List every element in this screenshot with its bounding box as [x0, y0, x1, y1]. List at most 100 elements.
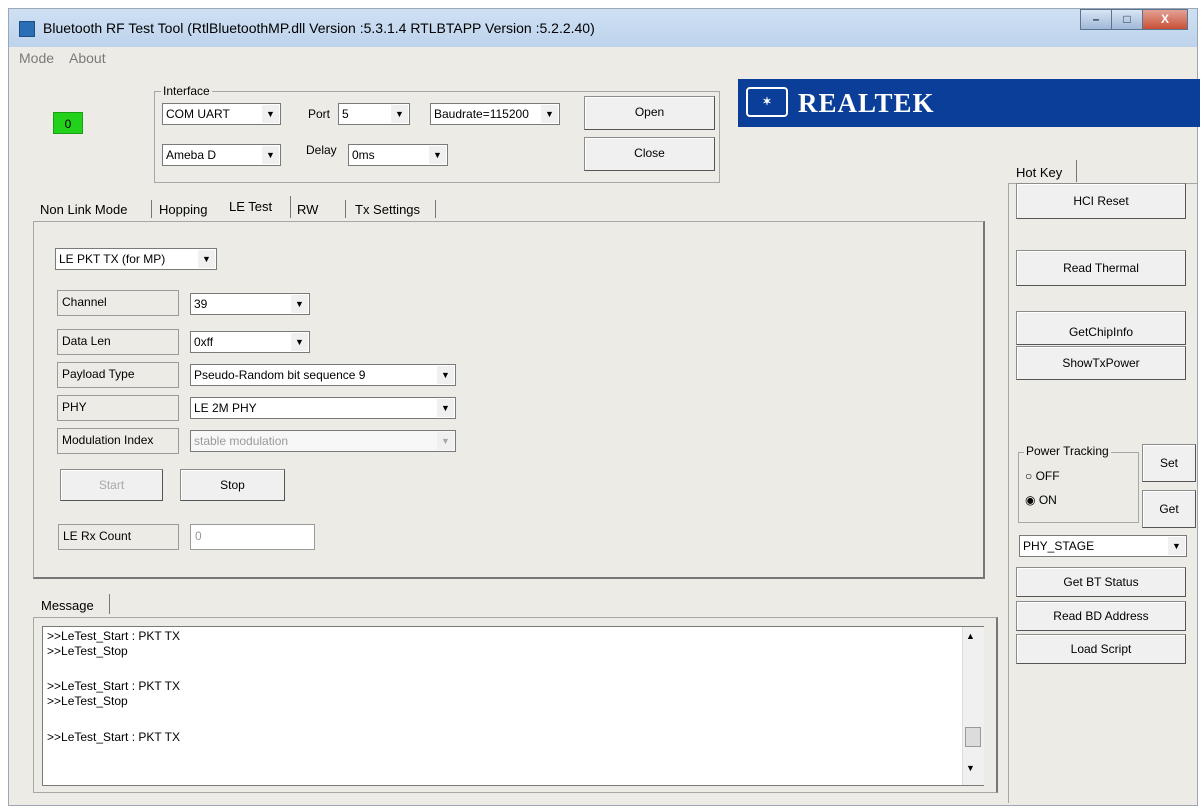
chevron-down-icon: ▼ — [291, 333, 308, 351]
main-tabs: Non Link Mode Hopping LE Test RW Tx Sett… — [33, 191, 463, 221]
payload-type-value: Pseudo-Random bit sequence 9 — [194, 368, 366, 382]
log-line: >>LeTest_Start : PKT TX — [47, 730, 180, 744]
stage-value: PHY_STAGE — [1023, 539, 1095, 553]
data-len-label: Data Len — [57, 329, 179, 355]
hci-reset-button[interactable]: HCI Reset — [1016, 183, 1186, 219]
power-off-radio[interactable]: ○ OFF — [1025, 469, 1060, 483]
data-len-select[interactable]: 0xff ▼ — [190, 331, 310, 353]
read-thermal-button[interactable]: Read Thermal — [1016, 250, 1186, 286]
scroll-up-icon[interactable]: ▲ — [966, 631, 975, 641]
tab-hopping[interactable]: Hopping — [159, 202, 207, 217]
delay-value: 0ms — [352, 148, 375, 162]
set-button[interactable]: Set — [1142, 444, 1196, 482]
chevron-down-icon: ▼ — [198, 250, 215, 268]
window-controls: – □ X — [1080, 9, 1188, 31]
power-tracking-label: Power Tracking — [1024, 444, 1111, 458]
chevron-down-icon: ▼ — [429, 146, 446, 164]
channel-label: Channel — [57, 290, 179, 316]
payload-type-label: Payload Type — [57, 362, 179, 388]
tab-tx-settings[interactable]: Tx Settings — [355, 202, 420, 217]
channel-select[interactable]: 39 ▼ — [190, 293, 310, 315]
realtek-logo-text: REALTEK — [798, 88, 935, 118]
log-line: >>LeTest_Start : PKT TX — [47, 679, 180, 693]
tab-message[interactable]: Message — [41, 598, 94, 613]
modulation-index-label: Modulation Index — [57, 428, 179, 454]
chevron-down-icon: ▼ — [541, 105, 558, 123]
close-window-button[interactable]: X — [1142, 9, 1188, 30]
menu-about[interactable]: About — [69, 50, 106, 66]
connection-type-value: COM UART — [166, 107, 230, 121]
channel-value: 39 — [194, 297, 208, 311]
modulation-index-select: stable modulation ▼ — [190, 430, 456, 452]
power-on-radio[interactable]: ◉ ON — [1025, 493, 1057, 507]
log-line: >>LeTest_Start : PKT TX — [47, 629, 180, 643]
phy-label: PHY — [57, 395, 179, 421]
log-line: >>LeTest_Stop — [47, 694, 128, 708]
tab-separator — [109, 594, 110, 614]
message-panel: >>LeTest_Start : PKT TX >>LeTest_Stop >>… — [33, 617, 998, 793]
phy-value: LE 2M PHY — [194, 401, 257, 415]
log-line: >>LeTest_Stop — [47, 644, 128, 658]
interface-group-label: Interface — [161, 84, 212, 98]
stop-button[interactable]: Stop — [180, 469, 285, 501]
le-rx-count-label: LE Rx Count — [58, 524, 179, 550]
app-window: Bluetooth RF Test Tool (RtlBluetoothMP.d… — [8, 8, 1200, 806]
minimize-button[interactable]: – — [1080, 9, 1112, 30]
phy-select[interactable]: LE 2M PHY ▼ — [190, 397, 456, 419]
log-scrollbar[interactable]: ▲ ▼ — [962, 627, 984, 785]
get-button[interactable]: Get — [1142, 490, 1196, 528]
get-chip-info-button[interactable]: GetChipInfo — [1016, 311, 1186, 345]
realtek-crab-icon: ✶ — [746, 87, 788, 117]
stage-select[interactable]: PHY_STAGE ▼ — [1019, 535, 1187, 557]
data-len-value: 0xff — [194, 335, 214, 349]
chevron-down-icon: ▼ — [262, 146, 279, 164]
radio-unchecked-icon: ○ — [1025, 469, 1033, 483]
payload-type-select[interactable]: Pseudo-Random bit sequence 9 ▼ — [190, 364, 456, 386]
title-bar: Bluetooth RF Test Tool (RtlBluetoothMP.d… — [9, 9, 1197, 47]
start-button: Start — [60, 469, 163, 501]
open-button[interactable]: Open — [584, 96, 715, 130]
tab-le-test[interactable]: LE Test — [229, 199, 272, 214]
show-tx-power-button[interactable]: ShowTxPower — [1016, 346, 1186, 380]
chevron-down-icon: ▼ — [437, 432, 454, 450]
tab-rw[interactable]: RW — [297, 202, 318, 217]
chevron-down-icon: ▼ — [437, 399, 454, 417]
maximize-button[interactable]: □ — [1111, 9, 1143, 30]
baudrate-select[interactable]: Baudrate=115200 ▼ — [430, 103, 560, 125]
power-on-label: ON — [1038, 493, 1057, 507]
port-label: Port — [308, 107, 331, 121]
window-title: Bluetooth RF Test Tool (RtlBluetoothMP.d… — [43, 20, 595, 36]
load-script-button[interactable]: Load Script — [1016, 634, 1186, 664]
app-icon — [19, 21, 35, 37]
tab-separator — [435, 200, 436, 218]
menu-mode[interactable]: Mode — [19, 50, 54, 66]
device-select[interactable]: Ameba D ▼ — [162, 144, 281, 166]
get-bt-status-button[interactable]: Get BT Status — [1016, 567, 1186, 597]
le-mode-select[interactable]: LE PKT TX (for MP) ▼ — [55, 248, 217, 270]
connection-type-select[interactable]: COM UART ▼ — [162, 103, 281, 125]
modulation-index-value: stable modulation — [194, 434, 289, 448]
hotkey-tab-strip: Hot Key — [1012, 155, 1094, 183]
menu-bar: Mode About — [9, 47, 1197, 69]
tab-separator — [290, 196, 291, 218]
chevron-down-icon: ▼ — [437, 366, 454, 384]
delay-label: Delay — [306, 143, 337, 157]
port-select[interactable]: 5 ▼ — [338, 103, 410, 125]
message-tab-strip: Message — [33, 589, 123, 617]
read-bd-address-button[interactable]: Read BD Address — [1016, 601, 1186, 631]
close-button[interactable]: Close — [584, 137, 715, 171]
radio-checked-icon: ◉ — [1025, 493, 1036, 507]
le-rx-count-field[interactable]: 0 — [190, 524, 315, 550]
baudrate-value: Baudrate=115200 — [434, 107, 529, 121]
chevron-down-icon: ▼ — [391, 105, 408, 123]
tab-separator — [345, 200, 346, 218]
tab-separator — [151, 200, 152, 218]
realtek-logo: ✶ REALTEK — [738, 79, 1200, 127]
power-tracking-group — [1018, 452, 1139, 523]
tab-non-link-mode[interactable]: Non Link Mode — [40, 202, 127, 217]
scrollbar-thumb[interactable] — [965, 727, 981, 747]
message-log[interactable]: >>LeTest_Start : PKT TX >>LeTest_Stop >>… — [42, 626, 984, 786]
scroll-down-icon[interactable]: ▼ — [966, 763, 975, 773]
delay-select[interactable]: 0ms ▼ — [348, 144, 448, 166]
tab-hot-key[interactable]: Hot Key — [1016, 165, 1062, 180]
